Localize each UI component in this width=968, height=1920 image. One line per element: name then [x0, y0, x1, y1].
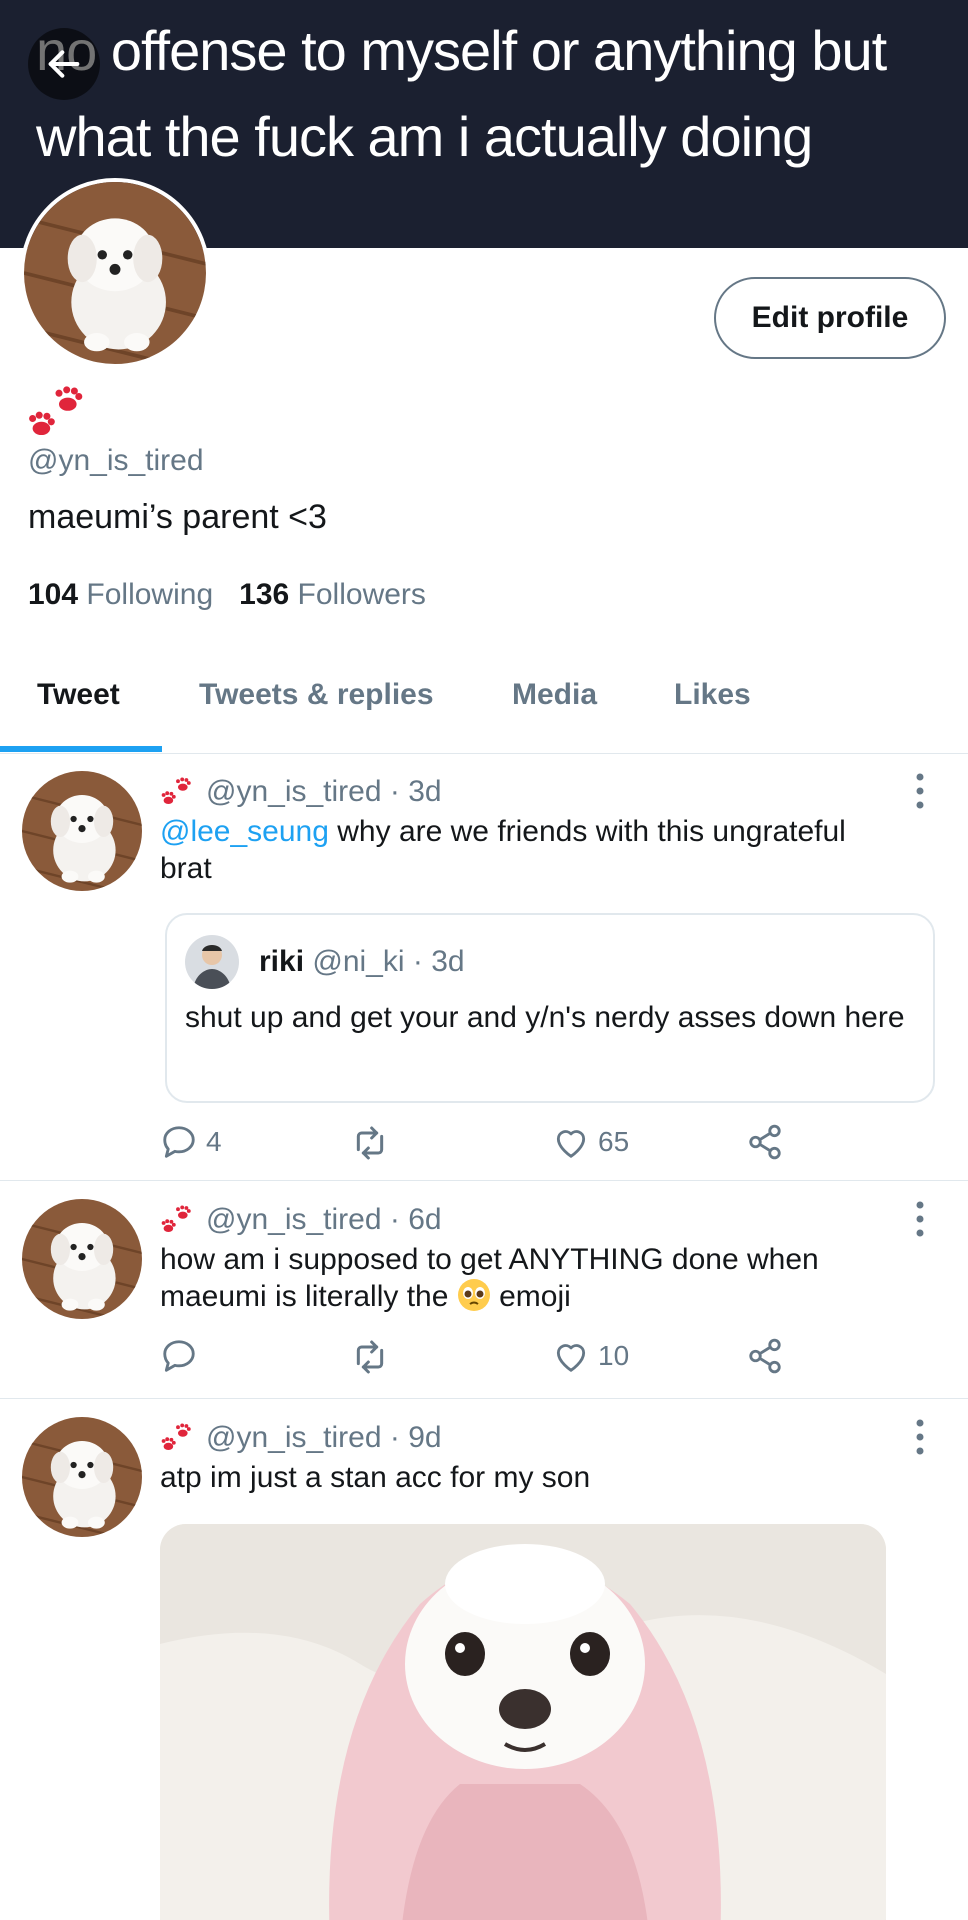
followers-label: Followers: [297, 578, 426, 611]
tweet-text: @lee_seung why are we friends with this …: [160, 813, 900, 887]
banner-text: no offense to myself or anything but wha…: [36, 19, 887, 168]
tweet-avatar[interactable]: [22, 771, 142, 891]
tweet-handle: @yn_is_tired: [206, 1203, 382, 1236]
share-button[interactable]: [746, 1123, 792, 1161]
tweet-text: atp im just a stan acc for my son: [160, 1461, 591, 1494]
tweet-header: @yn_is_tired · 3d: [160, 775, 442, 809]
following-count: 104: [28, 578, 79, 611]
like-button[interactable]: 65: [552, 1123, 629, 1161]
pleading-face-emoji: [457, 1279, 490, 1311]
profile-handle: @yn_is_tired: [28, 444, 204, 477]
following-label: Following: [86, 578, 214, 611]
share-icon: [746, 1123, 784, 1161]
more-options-icon[interactable]: [912, 1417, 928, 1457]
tweet-handle: @yn_is_tired: [206, 775, 382, 808]
quoted-time: · 3d: [412, 945, 465, 978]
more-options-icon[interactable]: [912, 1199, 928, 1239]
like-count: 10: [598, 1340, 630, 1371]
profile-stats: 104 Following 136 Followers: [28, 578, 426, 612]
reply-button[interactable]: 4: [160, 1123, 222, 1161]
mention-link[interactable]: @lee_seung: [160, 815, 329, 848]
share-button[interactable]: [746, 1337, 792, 1375]
paw-prints-icon: [160, 1422, 196, 1454]
tweet-avatar[interactable]: [22, 1417, 142, 1537]
following-link[interactable]: 104 Following: [28, 578, 213, 611]
tweet[interactable]: @yn_is_tired · 3d @lee_seung why are we …: [0, 755, 968, 1181]
tab-tweets-replies[interactable]: Tweets & replies: [199, 678, 434, 712]
tweet-time: · 3d: [389, 775, 442, 808]
tab-tweets[interactable]: Tweet: [37, 678, 120, 712]
edit-profile-button[interactable]: Edit profile: [714, 277, 946, 359]
retweet-button[interactable]: [350, 1337, 398, 1377]
like-count: 65: [598, 1126, 630, 1157]
heart-icon: [552, 1337, 590, 1375]
followers-count: 136: [239, 578, 290, 611]
back-button[interactable]: [28, 28, 100, 100]
tweet-actions: 10: [160, 1337, 800, 1381]
paw-prints-icon: [160, 776, 196, 808]
tweet-text: how am i supposed to get ANYTHING done w…: [160, 1241, 900, 1315]
back-arrow-icon: [48, 50, 80, 78]
retweet-button[interactable]: [350, 1123, 398, 1163]
quoted-name: riki: [259, 945, 305, 978]
reply-count: 4: [206, 1126, 222, 1157]
tweet-media-image[interactable]: [160, 1524, 886, 1920]
dog-in-blanket-photo: [160, 1524, 886, 1920]
quoted-handle: @ni_ki: [312, 945, 405, 978]
retweet-icon: [350, 1123, 390, 1163]
tweet-time: · 9d: [389, 1421, 442, 1454]
tweet-header: @yn_is_tired · 9d: [160, 1421, 442, 1455]
paw-prints-icon: [160, 1204, 196, 1236]
profile-tabs: Tweet Tweets & replies Media Likes: [0, 668, 968, 754]
tweet-body-end: emoji: [490, 1280, 571, 1313]
active-tab-indicator: [0, 746, 162, 752]
profile-bio: maeumi’s parent <3: [28, 498, 327, 536]
like-button[interactable]: 10: [552, 1337, 629, 1375]
heart-icon: [552, 1123, 590, 1161]
quoted-avatar: [185, 935, 239, 989]
tweet-avatar[interactable]: [22, 1199, 142, 1319]
tweet-actions: 4 65: [160, 1123, 800, 1167]
share-icon: [746, 1337, 784, 1375]
reply-icon: [160, 1123, 198, 1161]
profile-avatar[interactable]: [20, 178, 210, 368]
tweet[interactable]: @yn_is_tired · 6d how am i supposed to g…: [0, 1181, 968, 1399]
more-options-icon[interactable]: [912, 771, 928, 811]
quoted-text: shut up and get your and y/n's nerdy ass…: [185, 1001, 905, 1034]
tweet-handle: @yn_is_tired: [206, 1421, 382, 1454]
followers-link[interactable]: 136 Followers: [239, 578, 426, 611]
reply-button[interactable]: [160, 1337, 206, 1375]
paw-prints-icon: [26, 384, 92, 442]
quoted-tweet[interactable]: riki @ni_ki · 3d shut up and get your an…: [165, 913, 935, 1103]
quoted-header: riki @ni_ki · 3d: [259, 945, 465, 979]
tweet-header: @yn_is_tired · 6d: [160, 1203, 442, 1237]
tab-likes[interactable]: Likes: [674, 678, 751, 712]
tab-media[interactable]: Media: [512, 678, 597, 712]
tweet-time: · 6d: [389, 1203, 442, 1236]
reply-icon: [160, 1337, 198, 1375]
retweet-icon: [350, 1337, 390, 1377]
